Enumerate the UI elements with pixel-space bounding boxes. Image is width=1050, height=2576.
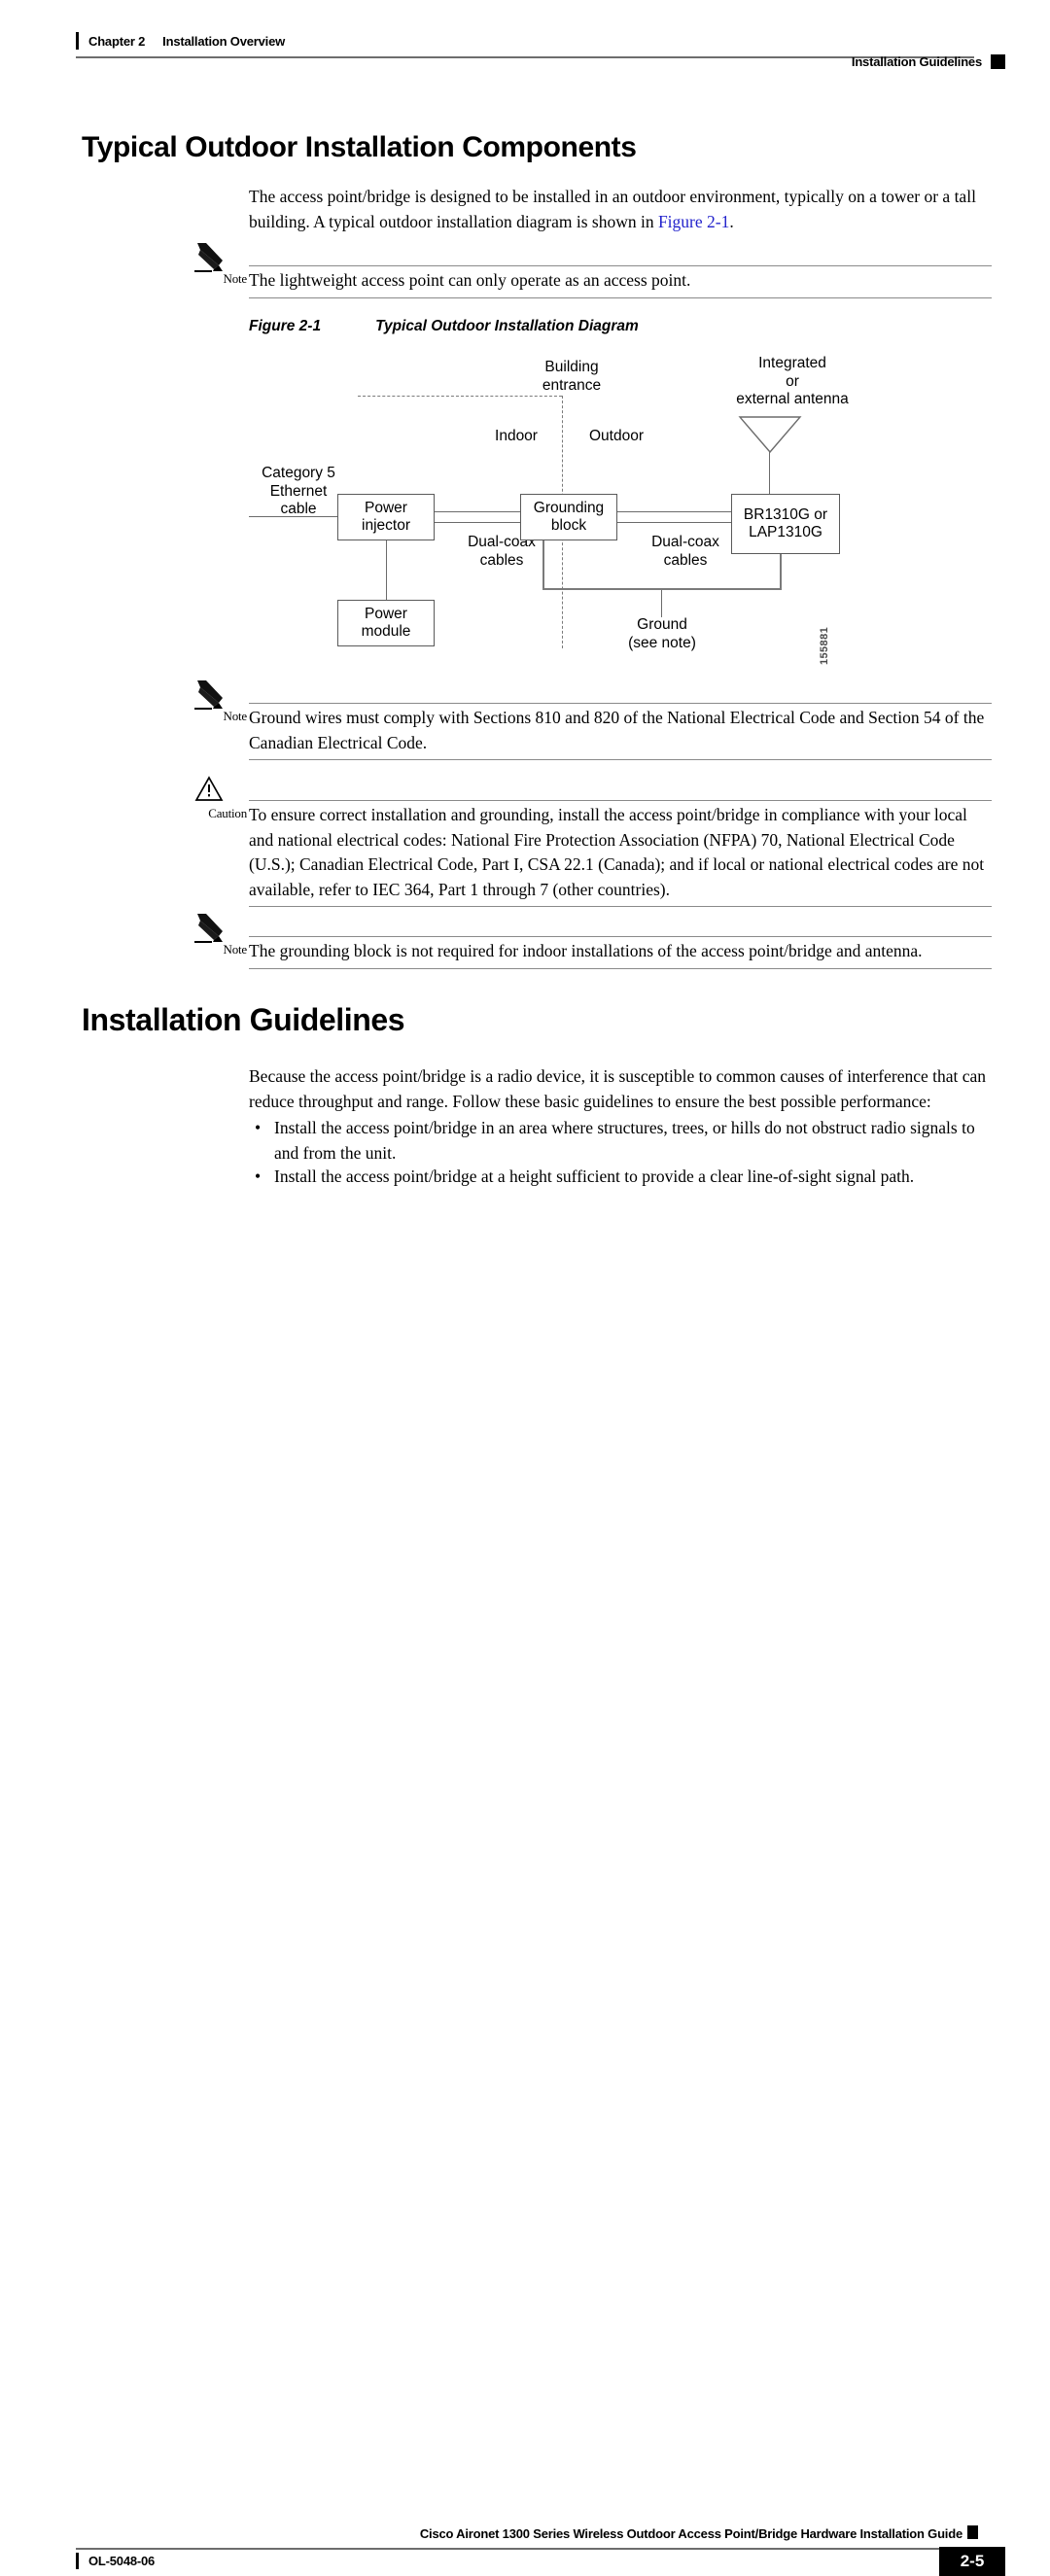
caution-text: To ensure correct installation and groun…: [249, 805, 985, 899]
note-rule-bottom-3: [249, 968, 992, 970]
pencil-icon: [192, 679, 228, 710]
footer-page-number-box: 2-5: [939, 2547, 1005, 2576]
header-chapter-number: Chapter 2: [88, 33, 146, 49]
page-title-typical-outdoor-installation-components: Typical Outdoor Installation Components: [82, 131, 637, 163]
note-rule-bottom-1: [249, 297, 992, 299]
note-rule-top-1: [249, 265, 992, 267]
power-injector-to-module-line: [386, 540, 388, 601]
figure-label: Figure 2-1: [249, 318, 322, 334]
diagram-label-outdoor: Outdoor: [588, 428, 644, 444]
diagram-box-power-injector: Power injector: [337, 494, 435, 540]
bullet-marker-icon: •: [255, 1118, 262, 1137]
header-section-title: Installation Guidelines: [851, 54, 982, 69]
note-label-1: Note: [223, 271, 248, 286]
diagram-label-cat5-ethernet-cable: Category 5 Ethernet cable: [262, 465, 335, 517]
footer-guide-title: Cisco Aironet 1300 Series Wireless Outdo…: [419, 2526, 962, 2541]
page-footer: Cisco Aironet 1300 Series Wireless Outdo…: [0, 1251, 1050, 2576]
header-square-marker-icon: [991, 54, 1005, 69]
note-label-2: Note: [223, 709, 248, 723]
header-section-title-group: Installation Guidelines: [852, 54, 1005, 69]
footer-tick-marker: [76, 2553, 79, 2569]
diagram-label-building-entrance: Building entrance: [542, 359, 602, 394]
pencil-icon: [192, 241, 228, 272]
footer-rule: [76, 2548, 939, 2550]
dualcoax-right-line-2: [617, 522, 740, 524]
ground-wire-right-vertical: [780, 554, 783, 590]
footer-doc-id-group: OL-5048-06: [76, 2553, 155, 2569]
pencil-icon: [192, 912, 228, 943]
note-text-2: Ground wires must comply with Sections 8…: [249, 708, 985, 752]
diagram-box-grounding-block: Grounding block: [520, 494, 617, 540]
list-item: • Install the access point/bridge in an …: [249, 1116, 990, 1166]
footer-square-marker-icon: [967, 2525, 978, 2539]
note-text-1: The lightweight access point can only op…: [249, 270, 691, 290]
note-rule-top-3: [249, 936, 992, 938]
ethernet-cable-line: [249, 516, 337, 518]
footer-page-number: 2-5: [960, 2552, 985, 2570]
note-rule-top-2: [249, 703, 992, 705]
page-header: Chapter 2 Installation Overview Installa…: [0, 0, 1050, 87]
figure-art-id: 155881: [819, 626, 830, 665]
note-text-3: The grounding block is not required for …: [249, 941, 923, 960]
ground-wire-stub: [661, 590, 663, 617]
page-title-installation-guidelines: Installation Guidelines: [82, 1002, 405, 1037]
header-rule: [76, 56, 974, 58]
ground-wire-left-vertical: [542, 540, 545, 590]
diagram-box-radio-unit: BR1310G or LAP1310G: [731, 494, 840, 554]
diagram-box-power-module: Power module: [337, 600, 435, 646]
figure-heading: Figure 2-1 Typical Outdoor Installation D…: [249, 318, 639, 335]
caution-rule-bottom: [249, 906, 992, 908]
figure-typical-outdoor-installation-diagram: Building entrance Integrated or external…: [243, 350, 875, 665]
caution-rule-top: [249, 800, 992, 802]
diagram-label-indoor: Indoor: [495, 428, 538, 444]
note-rule-bottom-2: [249, 759, 992, 761]
list-item: • Install the access point/bridge at a h…: [249, 1165, 990, 1190]
bullet-marker-icon: •: [255, 1166, 262, 1186]
caution-label: Caution: [208, 806, 247, 820]
intro-paragraph-part2: .: [729, 211, 734, 231]
diagram-label-antenna: Integrated or external antenna: [736, 355, 849, 407]
figure-caption: Typical Outdoor Installation Diagram: [375, 318, 639, 334]
header-chapter-title: Installation Overview: [162, 33, 286, 49]
dualcoax-right-line-1: [617, 511, 740, 513]
header-tick-marker: [76, 32, 79, 50]
guidelines-intro-paragraph: Because the access point/bridge is a rad…: [249, 1066, 987, 1111]
list-item-text: Install the access point/bridge at a hei…: [274, 1166, 915, 1186]
intro-paragraph: The access point/bridge is designed to b…: [249, 185, 990, 234]
antenna-triangle-icon: [738, 416, 802, 454]
figure-2-1-link[interactable]: Figure 2-1: [658, 212, 729, 231]
list-item-text: Install the access point/bridge in an ar…: [274, 1118, 975, 1163]
building-entrance-dashed-horizontal: [358, 396, 562, 397]
intro-paragraph-part1: The access point/bridge is designed to b…: [249, 187, 976, 231]
diagram-label-dualcoax-right: Dual-coax cables: [651, 534, 719, 569]
note-label-3: Note: [223, 942, 248, 957]
diagram-label-ground: Ground (see note): [628, 616, 696, 651]
footer-doc-id: OL-5048-06: [88, 2554, 156, 2568]
warning-triangle-icon: [194, 776, 229, 807]
header-breadcrumb: Chapter 2 Installation Overview: [76, 32, 285, 50]
